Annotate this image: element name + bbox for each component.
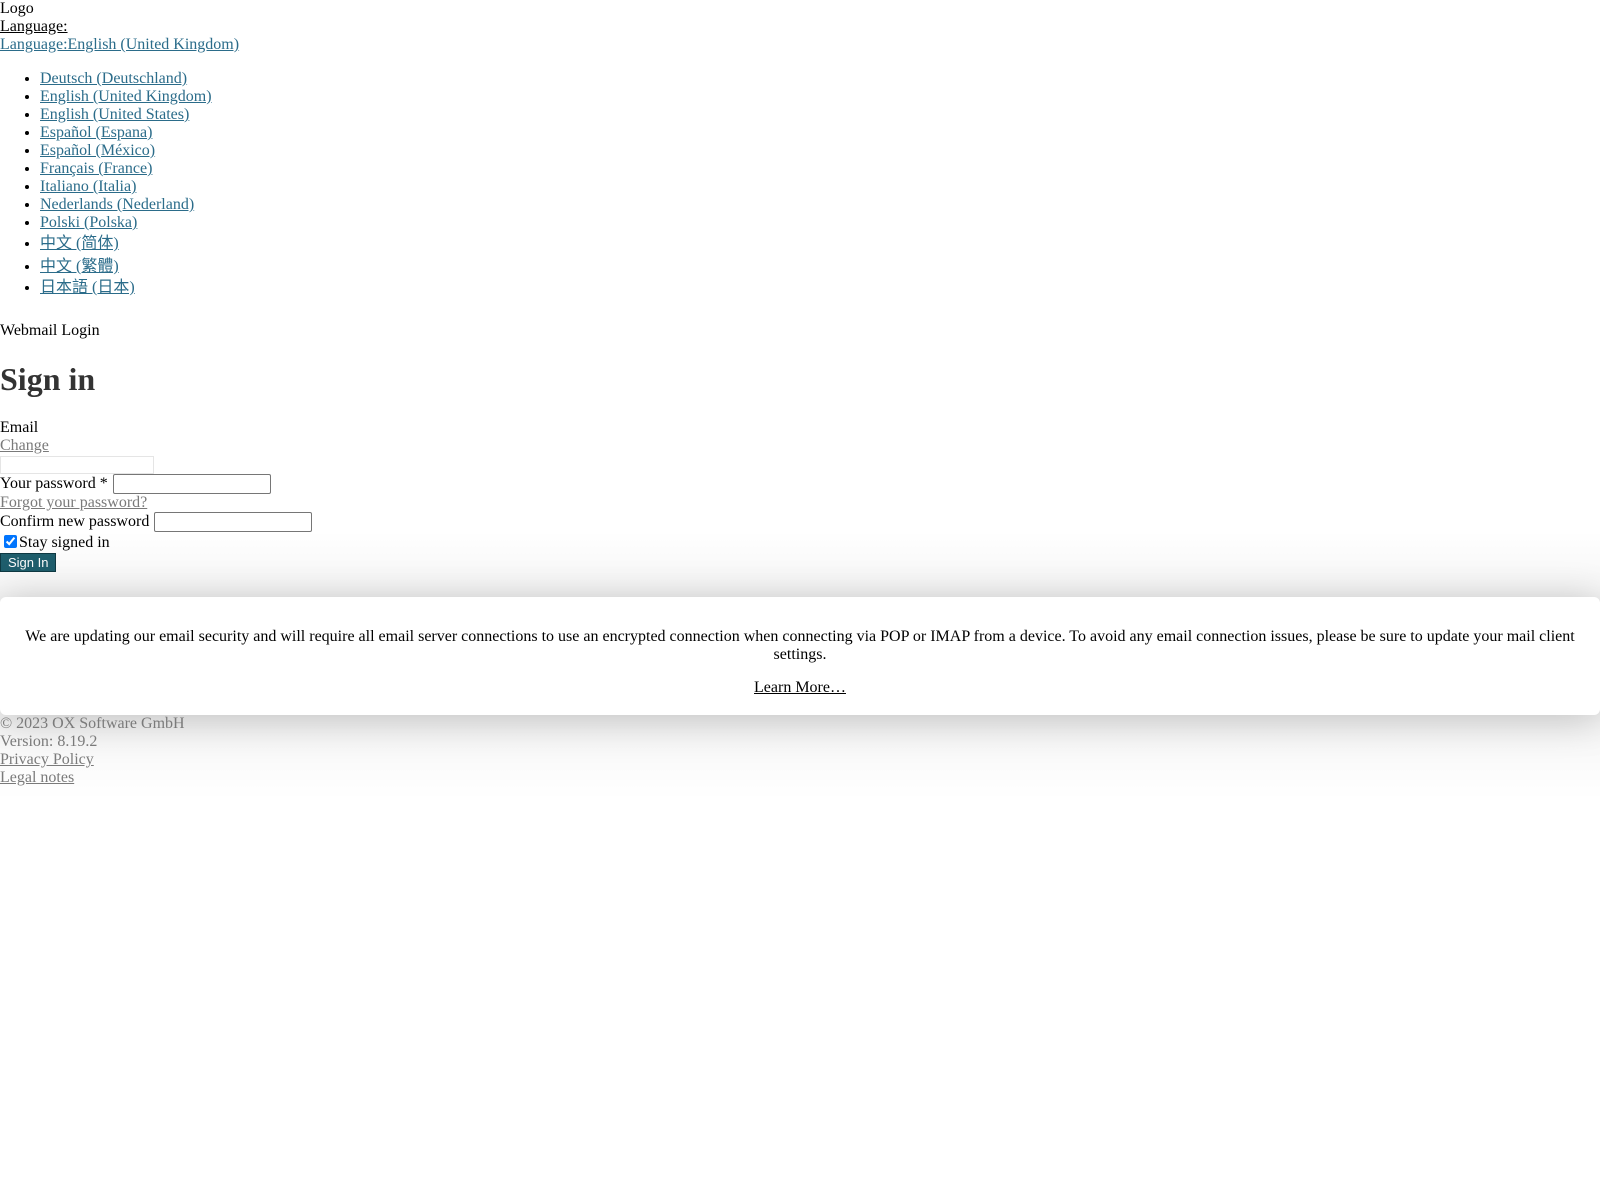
stay-signed-in-checkbox[interactable] bbox=[4, 535, 17, 548]
language-option-it-it[interactable]: Italiano (Italia) bbox=[40, 178, 136, 195]
security-notice-banner: We are updating our email security and w… bbox=[0, 597, 1600, 715]
language-option-es-mx[interactable]: Español (México) bbox=[40, 142, 155, 159]
language-item: Deutsch (Deutschland) bbox=[40, 70, 1600, 88]
legal-notes-link[interactable]: Legal notes bbox=[0, 769, 74, 786]
login-page: Logo Language: Language:English (United … bbox=[0, 0, 1600, 1200]
language-option-en-gb[interactable]: English (United Kingdom) bbox=[40, 88, 212, 105]
learn-more-link[interactable]: Learn More… bbox=[754, 679, 846, 697]
webmail-login-title: Webmail Login bbox=[0, 322, 100, 339]
language-list: Deutsch (Deutschland) English (United Ki… bbox=[0, 70, 1600, 298]
language-item: Español (México) bbox=[40, 142, 1600, 160]
language-option-nl-nl[interactable]: Nederlands (Nederland) bbox=[40, 196, 194, 213]
privacy-policy-link[interactable]: Privacy Policy bbox=[0, 751, 94, 768]
password-field[interactable] bbox=[112, 474, 271, 494]
logo-image: Logo bbox=[0, 0, 34, 17]
language-item: 中文 (繁體) bbox=[40, 255, 1600, 278]
stay-signed-in-label[interactable]: Stay signed in bbox=[19, 534, 110, 551]
language-item: Italiano (Italia) bbox=[40, 178, 1600, 196]
language-dropdown-toggle[interactable]: Language:English (United Kingdom) bbox=[0, 36, 1600, 54]
sign-in-button[interactable]: Sign In bbox=[0, 553, 57, 572]
language-option-es-es[interactable]: Español (Espana) bbox=[40, 124, 152, 141]
language-option-en-us[interactable]: English (United States) bbox=[40, 106, 189, 123]
language-option-pl-pl[interactable]: Polski (Polska) bbox=[40, 214, 137, 231]
language-option-zh-cn[interactable]: 中文 (简体) bbox=[40, 235, 119, 252]
language-option-zh-tw[interactable]: 中文 (繁體) bbox=[40, 258, 119, 275]
confirm-password-label: Confirm new password bbox=[0, 513, 150, 530]
language-item: 中文 (简体) bbox=[40, 232, 1600, 255]
confirm-password-row: Confirm new password bbox=[0, 512, 1600, 532]
email-label: Email bbox=[0, 419, 39, 436]
language-option-fr-fr[interactable]: Français (France) bbox=[40, 160, 152, 177]
language-item: Français (France) bbox=[40, 160, 1600, 178]
stay-signed-in-row: Stay signed in bbox=[0, 532, 1600, 553]
language-label[interactable]: Language: bbox=[0, 18, 1600, 36]
copyright-text: © 2023 OX Software GmbH bbox=[0, 715, 185, 732]
language-item: Nederlands (Nederland) bbox=[40, 196, 1600, 214]
language-item: English (United Kingdom) bbox=[40, 88, 1600, 106]
change-email-link[interactable]: Change bbox=[0, 437, 1600, 455]
language-item: English (United States) bbox=[40, 106, 1600, 124]
password-row: Your password * bbox=[0, 474, 1600, 494]
language-option-ja-jp[interactable]: 日本語 (日本) bbox=[40, 279, 135, 296]
footer: © 2023 OX Software GmbH Version: 8.19.2 … bbox=[0, 715, 185, 787]
version-text: Version: 8.19.2 bbox=[0, 733, 98, 750]
email-field[interactable] bbox=[0, 456, 154, 474]
password-label: Your password * bbox=[0, 475, 108, 492]
security-notice-text: We are updating our email security and w… bbox=[25, 628, 1575, 663]
forgot-password-link[interactable]: Forgot your password? bbox=[0, 494, 1600, 512]
language-item: 日本語 (日本) bbox=[40, 278, 1600, 298]
page-title: Sign in bbox=[0, 361, 96, 397]
language-item: Polski (Polska) bbox=[40, 214, 1600, 232]
confirm-password-field[interactable] bbox=[154, 512, 313, 532]
language-item: Español (Espana) bbox=[40, 124, 1600, 142]
language-option-de-de[interactable]: Deutsch (Deutschland) bbox=[40, 70, 187, 87]
